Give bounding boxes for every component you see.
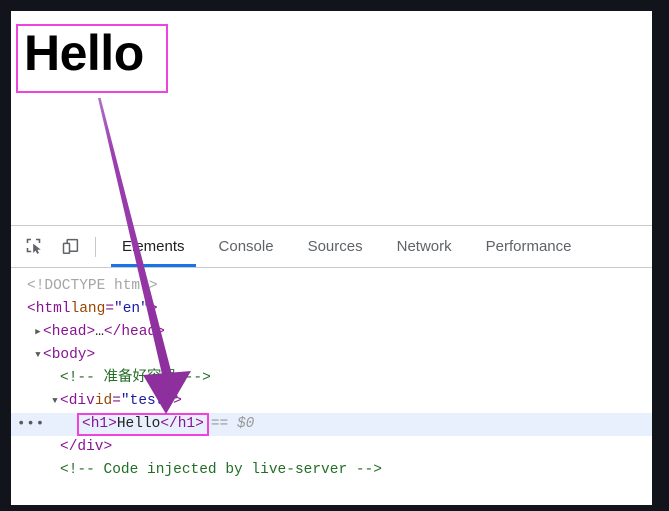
tab-label: Sources	[307, 238, 363, 255]
dom-token: "en"	[114, 301, 149, 317]
dom-token: <!-- 准备好容器 -->	[60, 370, 211, 386]
devtools-tab-bar: Elements Console Sources Network Perform…	[105, 226, 652, 267]
tab-performance[interactable]: Performance	[469, 226, 589, 267]
dom-token: == $0	[210, 416, 255, 432]
tab-label: Elements	[122, 238, 185, 255]
screenshot-root: Hello Elements Console Sources Network P…	[0, 0, 669, 511]
dom-node-comment-container[interactable]: <!-- 准备好容器 -->	[11, 367, 652, 390]
dom-node-head[interactable]: ▶ <head>… </head>	[11, 321, 652, 344]
chevron-right-icon[interactable]: ▶	[33, 321, 43, 344]
dom-node-h1-selected[interactable]: ••• <h1>Hello</h1> == $0	[11, 413, 652, 436]
dom-token: <!-- Code injected by live-server -->	[60, 462, 382, 478]
selected-node-highlight-box: <h1>Hello</h1>	[77, 413, 209, 436]
dom-node-body-open[interactable]: ▼ <body>	[11, 344, 652, 367]
tab-label: Performance	[485, 238, 572, 255]
dom-token: <div	[60, 393, 95, 409]
tab-network[interactable]: Network	[380, 226, 469, 267]
dom-token: >	[148, 301, 158, 317]
dom-tree[interactable]: <!DOCTYPE html> <html lang = "en" > ▶ <head>… <…	[11, 268, 652, 482]
devtools-toolbar: Elements Console Sources Network Perform…	[11, 226, 652, 268]
dom-node-div-test-close[interactable]: </div>	[11, 436, 652, 459]
dom-token: </head>	[103, 324, 165, 340]
dom-node-comment-live-server[interactable]: <!-- Code injected by live-server -->	[11, 459, 652, 482]
tab-console[interactable]: Console	[202, 226, 291, 267]
dom-token: =	[112, 393, 121, 409]
browser-window: Hello Elements Console Sources Network P…	[11, 11, 652, 505]
dom-node-div-test-open[interactable]: ▼ <div id = "test" >	[11, 390, 652, 413]
dom-token: <!DOCTYPE html>	[27, 278, 158, 294]
dom-token: </h1>	[160, 416, 204, 432]
dom-token: "test"	[120, 393, 174, 409]
dom-token: </div>	[60, 439, 113, 455]
dom-node-overflow-badge[interactable]: •••	[17, 414, 45, 435]
dom-node-html-open[interactable]: <html lang = "en" >	[11, 298, 652, 321]
dom-token: <html	[27, 301, 71, 317]
inspect-element-icon[interactable]	[19, 232, 49, 262]
dom-token: lang	[70, 301, 106, 317]
tab-label: Console	[218, 238, 274, 255]
dom-token: >	[173, 393, 182, 409]
chevron-down-icon[interactable]: ▼	[50, 390, 60, 413]
dom-token: <body>	[43, 347, 96, 363]
dom-node-doctype[interactable]: <!DOCTYPE html>	[11, 275, 652, 298]
tab-elements[interactable]: Elements	[105, 226, 202, 267]
devtools-panel: Elements Console Sources Network Perform…	[11, 225, 652, 505]
dom-token: =	[105, 301, 115, 317]
dom-token: …	[95, 324, 104, 340]
dom-token: <h1>	[82, 416, 117, 432]
chevron-down-icon[interactable]: ▼	[33, 344, 43, 367]
dom-token: <head>	[43, 324, 96, 340]
dom-token: id	[94, 393, 113, 409]
toolbar-divider	[95, 236, 96, 257]
dom-token: Hello	[116, 416, 161, 432]
tab-sources[interactable]: Sources	[291, 226, 380, 267]
tab-label: Network	[396, 238, 452, 255]
page-viewport: Hello	[11, 11, 652, 225]
page-heading: Hello	[24, 25, 144, 81]
device-toolbar-icon[interactable]	[55, 232, 85, 262]
